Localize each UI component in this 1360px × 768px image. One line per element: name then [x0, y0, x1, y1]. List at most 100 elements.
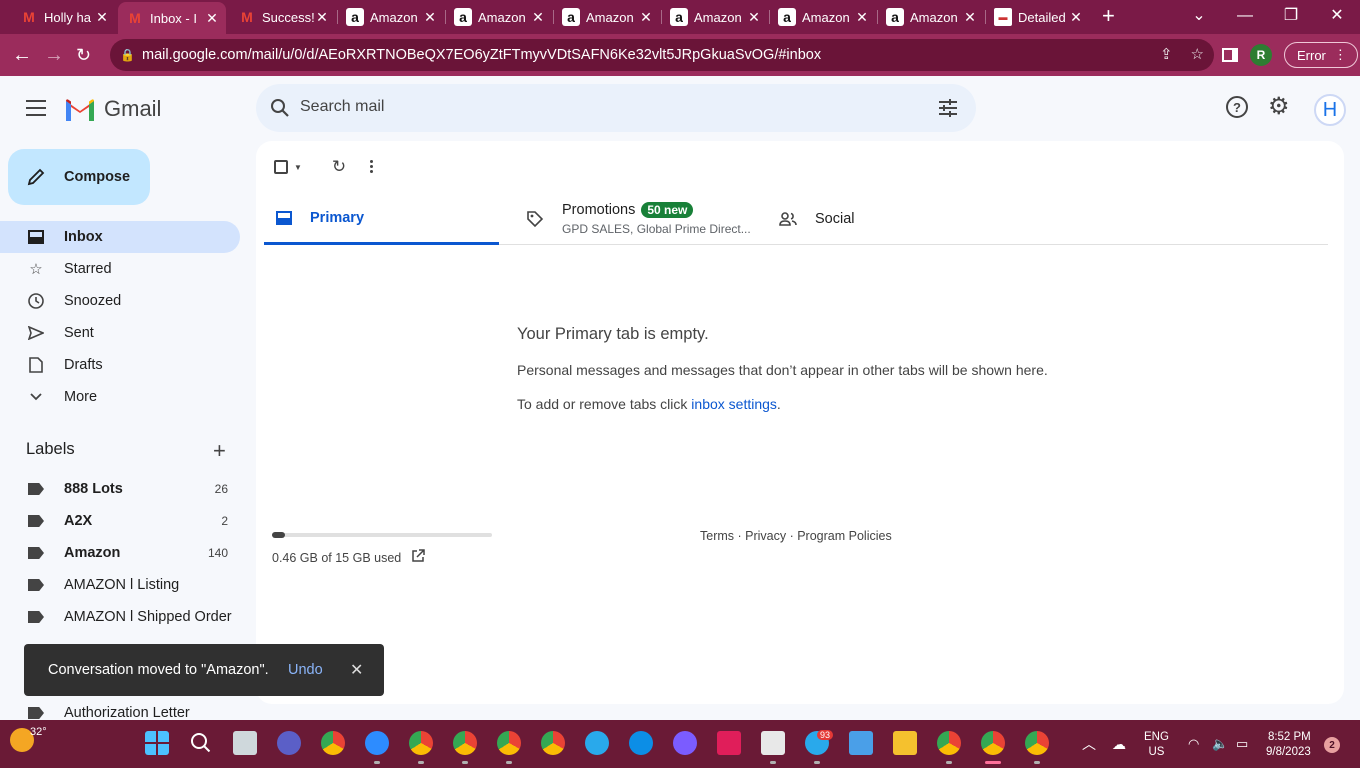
browser-profile-avatar[interactable]: R: [1250, 44, 1272, 66]
close-tab-icon[interactable]: ✕: [422, 9, 438, 26]
zoom-icon[interactable]: [365, 731, 389, 755]
error-button[interactable]: Error ⋮: [1284, 42, 1358, 68]
compose-button[interactable]: Compose: [8, 149, 150, 205]
label-item[interactable]: AMAZON l Listing: [0, 569, 240, 601]
lock-icon[interactable]: 🔒: [120, 48, 140, 62]
snipping-tool-icon[interactable]: [761, 731, 785, 755]
forward-button[interactable]: →: [44, 43, 64, 67]
chrome-icon[interactable]: [937, 731, 961, 755]
messenger-icon[interactable]: [673, 731, 697, 755]
browser-tab[interactable]: ▬ Detailed ✕: [986, 4, 1090, 30]
add-label-button[interactable]: +: [213, 438, 226, 464]
slack-icon[interactable]: [717, 731, 741, 755]
chrome-icon[interactable]: [1025, 731, 1049, 755]
inbox-settings-link[interactable]: inbox settings: [691, 396, 777, 412]
address-bar[interactable]: 🔒 mail.google.com/mail/u/0/d/AEoRXRTNOBe…: [110, 39, 1214, 71]
restore-button[interactable]: ❐: [1268, 0, 1314, 34]
battery-icon[interactable]: ▭: [1236, 720, 1248, 768]
settings-gear-icon[interactable]: ⚙: [1268, 95, 1290, 119]
windows-start-icon[interactable]: [145, 731, 169, 755]
refresh-icon[interactable]: ↻: [332, 157, 346, 177]
search-input[interactable]: Search mail: [300, 98, 384, 116]
sidebar-item-starred[interactable]: ☆ Starred: [0, 253, 240, 285]
task-view-icon[interactable]: [233, 731, 257, 755]
tab-primary[interactable]: Primary: [264, 193, 499, 245]
browser-tab[interactable]: a Amazon ✕: [446, 4, 552, 30]
browser-tab[interactable]: a Amazon ✕: [662, 4, 768, 30]
notepad-icon[interactable]: [849, 731, 873, 755]
volume-icon[interactable]: 🔈: [1212, 720, 1228, 768]
browser-tab[interactable]: a Amazon ✕: [878, 4, 984, 30]
sidebar-item-sent[interactable]: Sent: [0, 317, 240, 349]
close-tab-icon[interactable]: ✕: [530, 9, 546, 26]
gmail-logo[interactable]: Gmail: [64, 96, 161, 122]
label-item[interactable]: A2X 2: [0, 505, 240, 537]
close-tab-icon[interactable]: ✕: [746, 9, 762, 26]
close-icon[interactable]: ✕: [350, 660, 363, 680]
account-avatar[interactable]: H: [1314, 94, 1346, 126]
close-tab-icon[interactable]: ✕: [1068, 9, 1084, 26]
tab-social[interactable]: Social: [779, 193, 855, 245]
chrome-icon[interactable]: [453, 731, 477, 755]
close-window-button[interactable]: ✕: [1314, 0, 1360, 34]
footer-links[interactable]: Terms · Privacy · Program Policies: [700, 529, 892, 543]
input-language[interactable]: ENG US: [1144, 730, 1169, 760]
close-tab-icon[interactable]: ✕: [94, 9, 110, 26]
close-tab-icon[interactable]: ✕: [314, 9, 330, 26]
running-indicator: [814, 761, 820, 764]
new-tab-button[interactable]: +: [1102, 4, 1115, 28]
chrome-icon[interactable]: [981, 731, 1005, 755]
sidebar-item-snoozed[interactable]: Snoozed: [0, 285, 240, 317]
close-tab-icon[interactable]: ✕: [962, 9, 978, 26]
search-icon[interactable]: [189, 731, 213, 755]
chrome-icon[interactable]: [497, 731, 521, 755]
onedrive-icon[interactable]: ☁: [1112, 720, 1126, 768]
chrome-icon[interactable]: [541, 731, 565, 755]
sidebar-item-more[interactable]: More: [0, 381, 240, 413]
label-item[interactable]: Amazon 140: [0, 537, 240, 569]
star-icon: ☆: [29, 261, 43, 278]
share-icon[interactable]: ⇪: [1160, 45, 1173, 63]
more-options-icon[interactable]: [370, 159, 374, 175]
label-item[interactable]: AMAZON l Shipped Order: [0, 601, 240, 633]
wifi-icon[interactable]: ◠: [1188, 720, 1199, 768]
reload-button[interactable]: ↻: [76, 43, 91, 67]
edge-icon[interactable]: [629, 731, 653, 755]
close-tab-icon[interactable]: ✕: [204, 10, 220, 27]
tab-promotions[interactable]: Promotions 50 new GPD SALES, Global Prim…: [526, 193, 751, 245]
weather-widget[interactable]: 32°: [10, 726, 47, 752]
chrome-icon[interactable]: [409, 731, 433, 755]
teams-icon[interactable]: [277, 731, 301, 755]
search-icon[interactable]: [270, 98, 290, 118]
search-bar[interactable]: Search mail: [256, 84, 976, 132]
select-dropdown-icon[interactable]: ▼: [294, 163, 302, 172]
telegram-icon[interactable]: [585, 731, 609, 755]
main-menu-icon[interactable]: [26, 100, 46, 121]
select-all-checkbox[interactable]: [274, 160, 288, 174]
browser-tab-active[interactable]: M Inbox - I ✕: [118, 2, 226, 34]
browser-tab[interactable]: M Holly ha ✕: [12, 4, 116, 30]
notification-badge[interactable]: 2: [1324, 737, 1340, 753]
minimize-button[interactable]: —: [1222, 0, 1268, 34]
browser-tab[interactable]: a Amazon ✕: [770, 4, 876, 30]
system-clock[interactable]: 8:52 PM 9/8/2023: [1266, 730, 1311, 760]
browser-tab[interactable]: a Amazon ✕: [338, 4, 444, 30]
help-icon[interactable]: ?: [1226, 96, 1248, 118]
tab-search-icon[interactable]: ⌄: [1176, 0, 1222, 34]
show-hidden-icons[interactable]: ︿: [1082, 720, 1096, 768]
bookmark-star-icon[interactable]: ☆: [1191, 45, 1204, 63]
browser-tab[interactable]: a Amazon ✕: [554, 4, 660, 30]
close-tab-icon[interactable]: ✕: [638, 9, 654, 26]
label-item[interactable]: 888 Lots 26: [0, 473, 240, 505]
open-external-icon[interactable]: [411, 549, 425, 566]
file-explorer-icon[interactable]: [893, 731, 917, 755]
side-panel-icon[interactable]: [1222, 48, 1238, 62]
close-tab-icon[interactable]: ✕: [854, 9, 870, 26]
browser-tab[interactable]: M Success! ✕: [230, 4, 336, 30]
search-options-icon[interactable]: [938, 99, 958, 117]
sidebar-item-drafts[interactable]: Drafts: [0, 349, 240, 381]
undo-button[interactable]: Undo: [288, 662, 323, 678]
sidebar-item-inbox[interactable]: Inbox: [0, 221, 240, 253]
back-button[interactable]: ←: [12, 43, 32, 67]
chrome-icon[interactable]: [321, 731, 345, 755]
